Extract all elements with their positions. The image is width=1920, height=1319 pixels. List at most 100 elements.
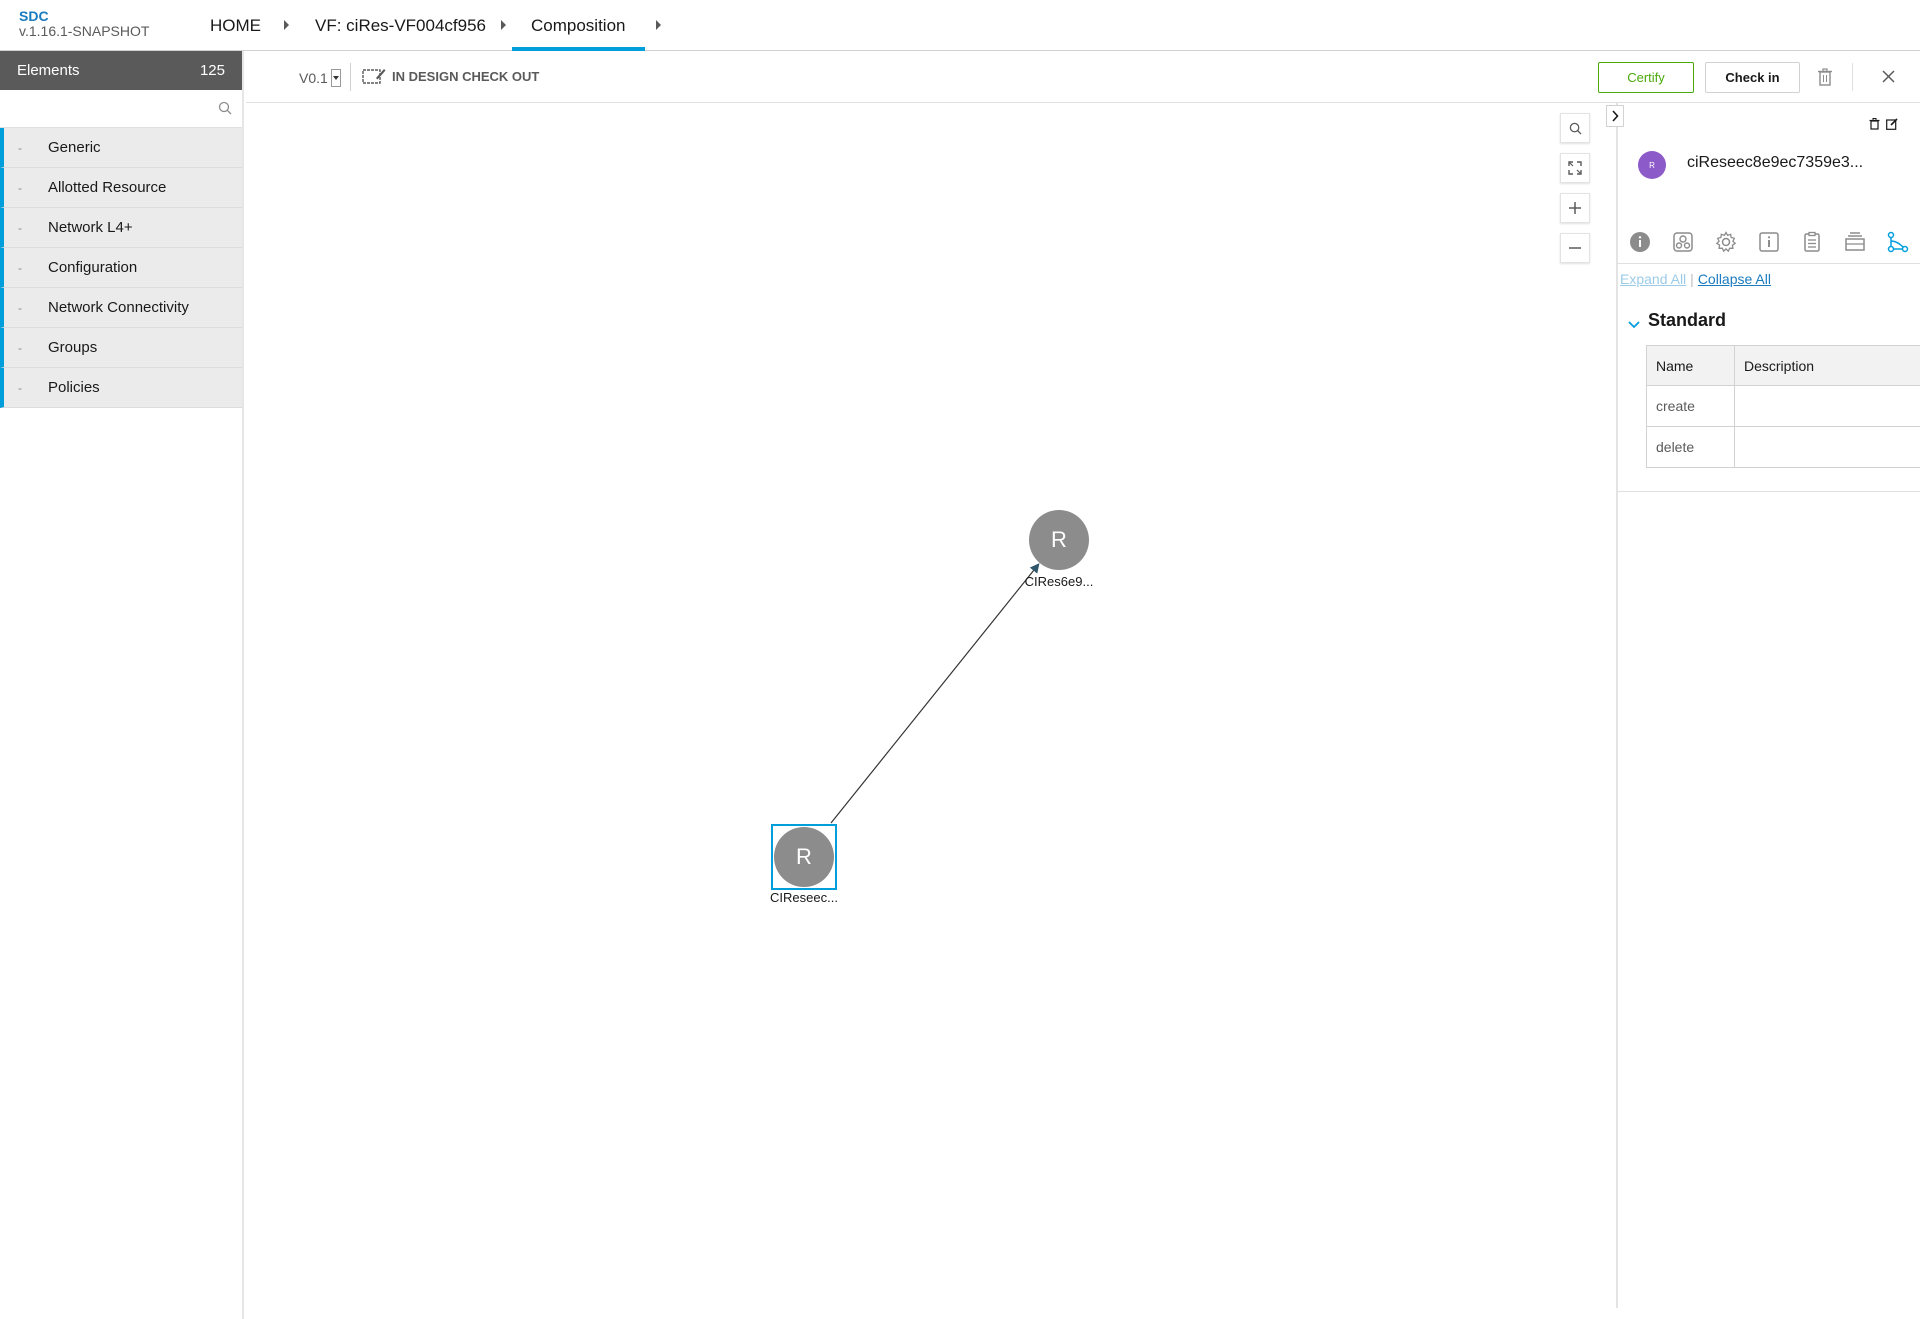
stack-icon <box>1844 232 1865 251</box>
instance-title: ciReseec8e9ec7359e3... <box>1687 154 1864 171</box>
composition-icon <box>1672 232 1693 252</box>
table-row: create <box>1646 385 1920 427</box>
collapse-dash-icon: - <box>18 260 22 275</box>
column-header-description: Description <box>1734 345 1920 386</box>
app-name: SDC <box>19 8 49 24</box>
palette-group-groups[interactable]: - Groups <box>0 328 242 368</box>
panel-divider <box>1618 491 1920 492</box>
lifecycle-status: IN DESIGN CHECK OUT <box>362 67 539 85</box>
collapse-dash-icon: - <box>18 140 22 155</box>
tab-requirements-capabilities[interactable] <box>1833 220 1876 264</box>
elements-palette: Elements 125 - Generic - Allotted Resour… <box>0 51 244 1319</box>
section-title: Standard <box>1648 310 1727 330</box>
app-version: v.1.16.1-SNAPSHOT <box>19 23 150 39</box>
expand-all-link[interactable]: Expand All <box>1620 271 1686 287</box>
panel-collapse-toggle[interactable] <box>1606 105 1624 127</box>
search-icon <box>1569 122 1582 135</box>
trash-icon[interactable] <box>1817 68 1833 91</box>
column-header-name: Name <box>1646 345 1735 386</box>
chevron-right-icon <box>1612 110 1619 122</box>
collapse-all-link[interactable]: Collapse All <box>1698 271 1771 287</box>
link-separator: | <box>1690 271 1694 287</box>
node-letter: R <box>796 844 812 869</box>
breadcrumb-composition[interactable]: Composition <box>512 0 645 51</box>
toolbar-divider <box>350 63 351 91</box>
palette-group-network-l4[interactable]: - Network L4+ <box>0 208 242 248</box>
canvas-node-selected[interactable]: R <box>774 827 834 887</box>
fit-to-screen-button[interactable] <box>1560 153 1590 183</box>
tab-general-info[interactable] <box>1618 220 1661 264</box>
palette-search <box>0 90 242 128</box>
version-value: V0.1 <box>299 70 328 86</box>
node-label[interactable]: CIRes6e9... <box>1009 574 1109 589</box>
panel-tabs <box>1618 220 1920 264</box>
palette-group-label: Network L4+ <box>48 219 133 236</box>
breadcrumb-arrow-icon[interactable] <box>501 20 506 30</box>
palette-group-configuration[interactable]: - Configuration <box>0 248 242 288</box>
close-icon[interactable] <box>1882 70 1895 88</box>
collapse-dash-icon: - <box>18 340 22 355</box>
interfaces-table: Name Description create delete <box>1646 345 1920 468</box>
workspace-toolbar: V0.1 IN DESIGN CHECK OUT Certify Check i… <box>246 51 1920 103</box>
palette-group-label: Generic <box>48 139 101 156</box>
delete-icon[interactable] <box>1869 117 1880 135</box>
palette-group-network-connectivity[interactable]: - Network Connectivity <box>0 288 242 328</box>
breadcrumb-vf[interactable]: VF: ciRes-VF004cf956 <box>315 0 486 51</box>
chevron-down-icon <box>1628 320 1640 328</box>
zoom-out-button[interactable] <box>1560 233 1590 263</box>
palette-group-label: Configuration <box>48 259 138 276</box>
breadcrumb-home[interactable]: HOME <box>210 0 261 51</box>
palette-group-policies[interactable]: - Policies <box>0 368 242 408</box>
check-in-button[interactable]: Check in <box>1705 62 1800 93</box>
expand-collapse-links: Expand All | Collapse All <box>1620 271 1771 287</box>
tab-deployment-artifacts[interactable] <box>1661 220 1704 264</box>
clipboard-icon <box>1803 231 1820 252</box>
operation-name-cell: create <box>1646 385 1735 427</box>
search-icon[interactable] <box>218 101 232 120</box>
palette-title: Elements <box>17 62 80 79</box>
expand-arrows-icon <box>1568 161 1582 175</box>
tab-api[interactable] <box>1790 220 1833 264</box>
palette-group-label: Allotted Resource <box>48 179 167 196</box>
tab-interfaces[interactable] <box>1876 220 1919 264</box>
collapse-dash-icon: - <box>18 300 22 315</box>
version-selector[interactable]: V0.1 <box>299 69 341 87</box>
operation-description-cell <box>1734 385 1920 427</box>
app-logo[interactable]: SDC v.1.16.1-SNAPSHOT <box>19 9 149 39</box>
info-icon <box>1629 232 1650 252</box>
gear-icon <box>1715 231 1736 253</box>
palette-group-label: Groups <box>48 339 98 356</box>
certify-button[interactable]: Certify <box>1598 62 1694 93</box>
zoom-in-button[interactable] <box>1560 193 1590 223</box>
relation-line[interactable] <box>246 103 1616 1308</box>
collapse-dash-icon: - <box>18 180 22 195</box>
tab-information-artifacts[interactable] <box>1747 220 1790 264</box>
palette-group-allotted-resource[interactable]: - Allotted Resource <box>0 168 242 208</box>
avatar-letter: R <box>1649 160 1655 170</box>
top-navigation-bar: SDC v.1.16.1-SNAPSHOT HOME VF: ciRes-VF0… <box>0 0 1920 51</box>
table-row: delete <box>1646 426 1920 468</box>
collapse-dash-icon: - <box>18 380 22 395</box>
zoom-search-button[interactable] <box>1560 113 1590 143</box>
canvas-node[interactable]: R <box>1029 510 1089 570</box>
operation-name-cell: delete <box>1646 426 1735 468</box>
tab-properties[interactable] <box>1704 220 1747 264</box>
palette-group-generic[interactable]: - Generic <box>0 128 242 168</box>
breadcrumb-arrow-icon[interactable] <box>284 20 289 30</box>
instance-avatar: R <box>1638 151 1666 179</box>
palette-header: Elements 125 <box>0 51 242 90</box>
node-label[interactable]: CIReseec... <box>754 890 854 905</box>
plus-icon <box>1569 202 1581 214</box>
palette-group-label: Network Connectivity <box>48 299 189 316</box>
collapse-dash-icon: - <box>18 220 22 235</box>
dropdown-arrow-icon[interactable] <box>330 69 341 87</box>
palette-search-input[interactable] <box>0 90 242 127</box>
breadcrumb-arrow-icon[interactable] <box>656 20 661 30</box>
node-letter: R <box>1051 527 1067 552</box>
edit-icon[interactable] <box>1886 117 1898 135</box>
composition-canvas[interactable]: R CIRes6e9... R CIReseec... <box>246 103 1616 1308</box>
canvas-footer <box>246 1308 1616 1319</box>
palette-group-label: Policies <box>48 379 100 396</box>
section-header-standard[interactable]: Standard <box>1628 310 1726 331</box>
details-panel: R ciReseec8e9ec7359e3... Expand All | Coll… <box>1606 103 1920 1308</box>
